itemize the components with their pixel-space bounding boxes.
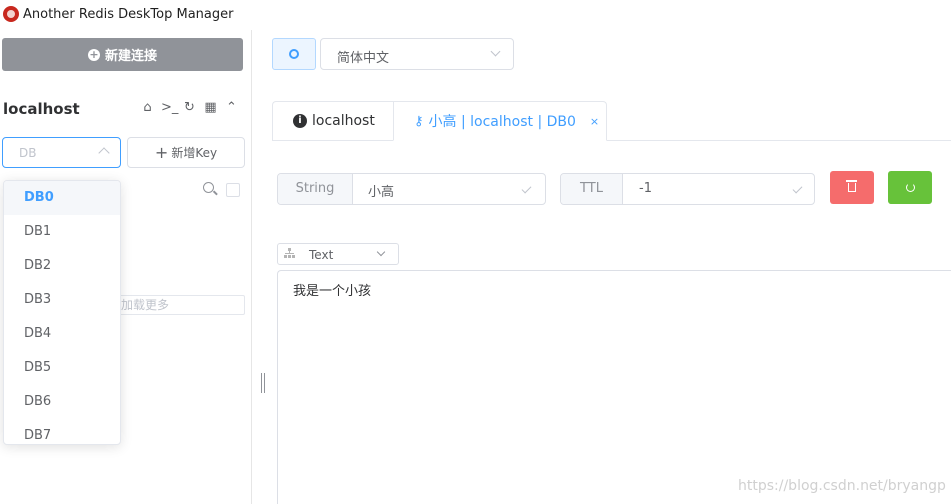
chevron-down-icon	[490, 46, 501, 57]
app-title: Another Redis DeskTop Manager	[23, 7, 234, 22]
check-icon[interactable]	[792, 183, 803, 194]
language-select[interactable]: 简体中文	[320, 38, 514, 70]
tab-localhost[interactable]: i localhost	[272, 101, 394, 141]
db-option[interactable]: DB0	[4, 181, 120, 215]
search-icon[interactable]	[203, 182, 214, 193]
ttl-label: TTL	[561, 174, 623, 204]
db-option[interactable]: DB7	[4, 419, 120, 444]
key-type-label: String	[278, 174, 353, 204]
info-icon: i	[293, 114, 307, 128]
tab-key-detail[interactable]: ⚷ 小高 | localhost | DB0 ×	[393, 101, 607, 141]
new-key-button[interactable]: + 新增Key	[127, 137, 245, 168]
sitemap-icon	[284, 248, 295, 259]
sidebar-divider	[251, 30, 252, 504]
db-dropdown-menu: DB0 DB1 DB2 DB3 DB4 DB5 DB6 DB7	[3, 180, 121, 445]
resize-handle[interactable]	[261, 373, 265, 393]
refresh-icon	[905, 183, 915, 192]
plus-icon: +	[154, 143, 169, 162]
db-select[interactable]: DB	[2, 137, 121, 168]
close-icon[interactable]: ×	[590, 115, 599, 128]
tab-label: localhost	[312, 113, 375, 129]
settings-button[interactable]	[272, 38, 316, 70]
refresh-icon[interactable]: ↻	[182, 100, 197, 115]
terminal-icon[interactable]: >_	[161, 100, 178, 115]
grid-icon[interactable]: ▦	[203, 100, 218, 115]
format-select[interactable]: Text	[277, 243, 399, 265]
redis-logo-icon	[3, 6, 19, 22]
delete-key-button[interactable]	[830, 171, 874, 204]
chevron-up-icon[interactable]: ⌃	[224, 100, 239, 115]
language-value: 简体中文	[337, 51, 390, 66]
plus-circle-icon: +	[87, 47, 100, 61]
value-text: 我是一个小孩	[293, 284, 372, 299]
db-option[interactable]: DB6	[4, 385, 120, 419]
home-icon[interactable]: ⌂	[140, 100, 155, 115]
check-icon[interactable]	[521, 183, 532, 194]
new-key-label: 新增Key	[171, 146, 218, 160]
db-select-placeholder: DB	[19, 146, 37, 160]
load-more-button[interactable]: 加载更多	[110, 295, 245, 315]
chevron-up-icon	[98, 147, 110, 159]
db-option[interactable]: DB5	[4, 351, 120, 385]
value-editor[interactable]: 我是一个小孩	[277, 270, 951, 504]
new-connection-label: 新建连接	[104, 49, 157, 64]
watermark: https://blog.csdn.net/bryangp	[738, 478, 946, 494]
gear-icon	[289, 49, 299, 59]
key-name-input[interactable]: 小高	[368, 181, 394, 200]
exact-search-checkbox[interactable]	[226, 183, 240, 197]
connection-name[interactable]: localhost	[3, 100, 80, 118]
db-option[interactable]: DB1	[4, 215, 120, 249]
refresh-key-button[interactable]	[888, 171, 932, 204]
key-name-input-group: String 小高	[277, 173, 546, 205]
db-option[interactable]: DB3	[4, 283, 120, 317]
new-connection-button[interactable]: + 新建连接	[2, 38, 243, 71]
db-option[interactable]: DB2	[4, 249, 120, 283]
ttl-input[interactable]: -1	[639, 181, 652, 196]
tab-label: 小高 | localhost | DB0	[428, 114, 576, 130]
key-icon: ⚷	[414, 113, 424, 129]
format-value: Text	[309, 248, 334, 262]
trash-icon	[846, 180, 857, 192]
db-option[interactable]: DB4	[4, 317, 120, 351]
connection-toolbar: ⌂ >_ ↻ ▦ ⌃	[140, 100, 239, 115]
chevron-down-icon	[376, 247, 386, 257]
ttl-input-group: TTL -1	[560, 173, 815, 205]
